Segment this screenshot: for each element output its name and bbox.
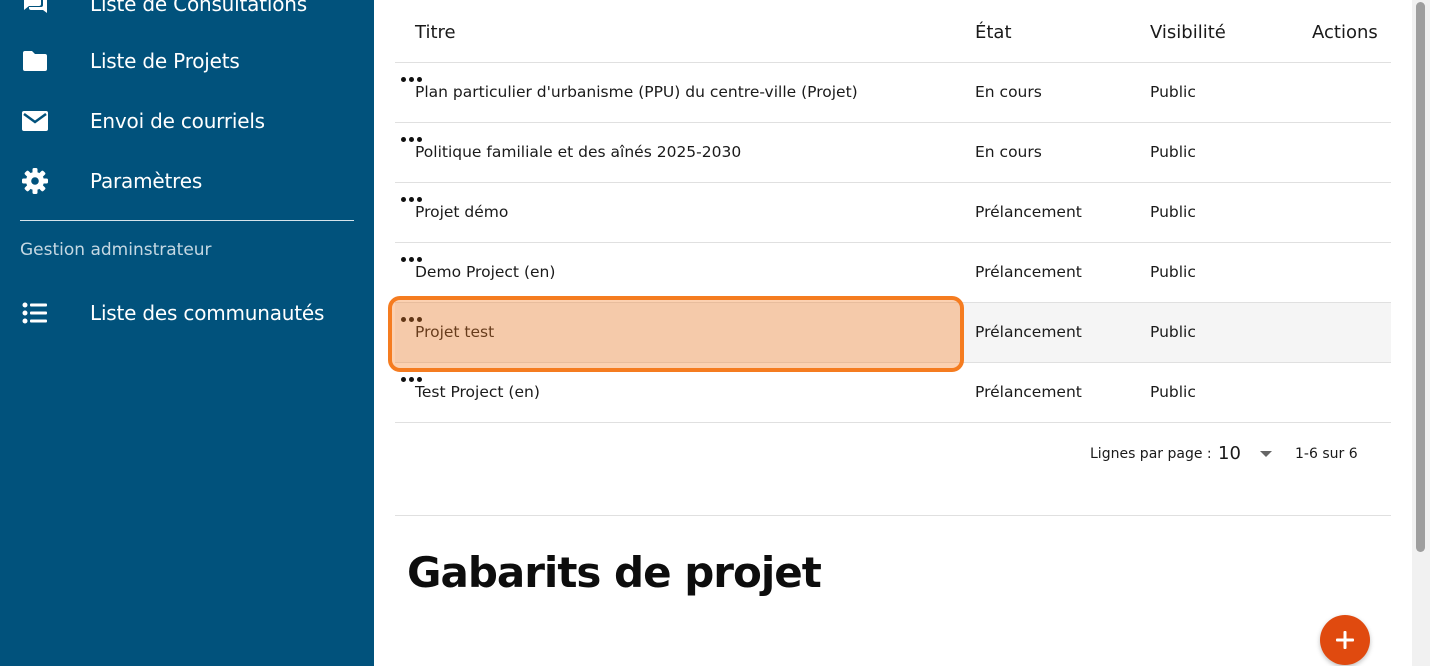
plus-icon [1336, 631, 1354, 649]
table-row[interactable]: Demo Project (en) Prélancement Public [395, 243, 1391, 303]
project-state: Prélancement [975, 323, 1082, 341]
more-horiz-icon [400, 136, 422, 142]
table-row[interactable]: Plan particulier d'urbanisme (PPU) du ce… [395, 63, 1391, 123]
project-state: En cours [975, 83, 1042, 101]
sidebar-item-label: Envoi de courriels [90, 109, 265, 133]
sidebar-section-title: Gestion adminstrateur [20, 240, 212, 260]
more-horiz-icon [400, 316, 422, 322]
main-content: Titre État Visibilité Actions Plan parti… [374, 0, 1414, 666]
dropdown-arrow-icon [1260, 451, 1272, 457]
project-visibility: Public [1150, 83, 1196, 101]
vertical-scrollbar[interactable] [1412, 0, 1430, 666]
sidebar-item-label: Liste de Projets [90, 49, 240, 73]
column-header-actions: Actions [1312, 22, 1378, 43]
project-title[interactable]: Projet démo [415, 203, 508, 221]
project-state: Prélancement [975, 263, 1082, 281]
scrollbar-thumb[interactable] [1416, 2, 1425, 552]
sidebar-item-projects[interactable]: Liste de Projets [0, 35, 374, 87]
project-title[interactable]: Projet test [415, 323, 494, 341]
list-icon [20, 298, 50, 328]
section-divider [395, 515, 1391, 516]
rows-per-page-label: Lignes par page : [1090, 446, 1212, 462]
table-row[interactable]: Politique familiale et des aînés 2025-20… [395, 123, 1391, 183]
gear-icon [20, 166, 50, 196]
sidebar-item-settings[interactable]: Paramètres [0, 155, 374, 207]
project-title[interactable]: Plan particulier d'urbanisme (PPU) du ce… [415, 83, 858, 101]
project-title[interactable]: Demo Project (en) [415, 263, 555, 281]
project-title[interactable]: Politique familiale et des aînés 2025-20… [415, 143, 741, 161]
rows-per-page-select[interactable]: 10 [1215, 439, 1277, 469]
project-visibility: Public [1150, 383, 1196, 401]
sidebar-item-label: Liste de Consultations [90, 0, 307, 16]
sidebar-item-label: Liste des communautés [90, 301, 325, 325]
project-visibility: Public [1150, 263, 1196, 281]
sidebar-item-consultations[interactable]: Liste de Consultations [0, 0, 374, 30]
more-horiz-icon [400, 376, 422, 382]
project-title[interactable]: Test Project (en) [415, 383, 540, 401]
column-header-title[interactable]: Titre [415, 22, 456, 43]
mail-icon [20, 106, 50, 136]
sidebar-item-label: Paramètres [90, 169, 203, 193]
project-state: Prélancement [975, 203, 1082, 221]
more-horiz-icon [400, 256, 422, 262]
project-visibility: Public [1150, 323, 1196, 341]
project-state: En cours [975, 143, 1042, 161]
sidebar: Liste de Consultations Liste de Projets … [0, 0, 374, 666]
add-template-button[interactable] [1320, 615, 1370, 665]
table-pagination: Lignes par page : 10 1-6 sur 6 [395, 425, 1391, 485]
table-header: Titre État Visibilité Actions [395, 0, 1391, 63]
more-horiz-icon [400, 196, 422, 202]
templates-section-title: Gabarits de projet [407, 548, 822, 597]
column-header-state[interactable]: État [975, 22, 1012, 43]
project-visibility: Public [1150, 143, 1196, 161]
table-row[interactable]: Projet démo Prélancement Public [395, 183, 1391, 243]
sidebar-item-emails[interactable]: Envoi de courriels [0, 95, 374, 147]
folder-icon [20, 46, 50, 76]
sidebar-divider [20, 220, 354, 221]
sidebar-item-communities[interactable]: Liste des communautés [0, 287, 374, 339]
table-row[interactable]: Projet test Prélancement Public [395, 303, 1391, 363]
pagination-range: 1-6 sur 6 [1295, 446, 1358, 462]
rows-per-page-value: 10 [1218, 443, 1241, 464]
forum-icon [20, 0, 50, 19]
more-horiz-icon [400, 76, 422, 82]
project-visibility: Public [1150, 203, 1196, 221]
table-row[interactable]: Test Project (en) Prélancement Public [395, 363, 1391, 423]
column-header-visibility[interactable]: Visibilité [1150, 22, 1226, 43]
project-state: Prélancement [975, 383, 1082, 401]
